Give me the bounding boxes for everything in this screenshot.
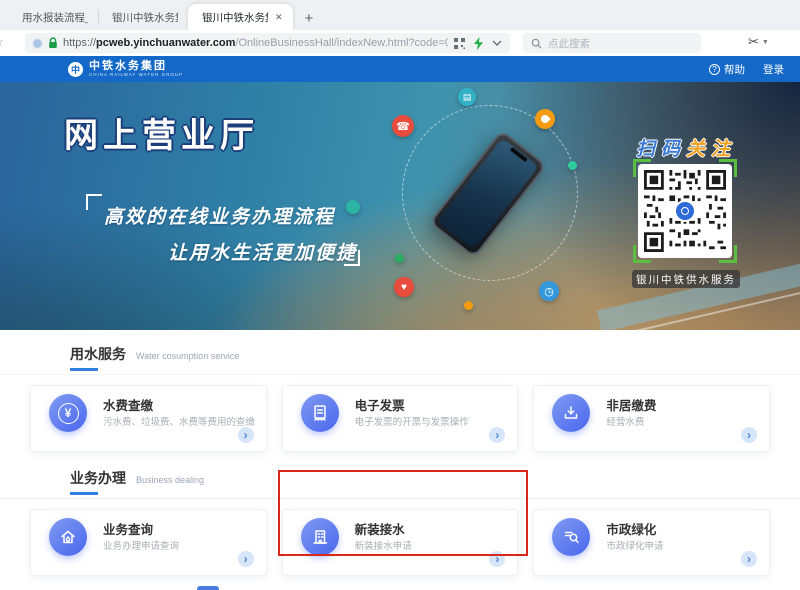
section-subtitle: Business dealing bbox=[136, 475, 204, 485]
qr-grid-icon[interactable] bbox=[454, 38, 465, 49]
search-icon bbox=[531, 38, 542, 49]
hero-slogan-line2: 让用水生活更加便捷 bbox=[168, 238, 357, 265]
url-text: https://pcweb.yinchuanwater.com/OnlineBu… bbox=[63, 37, 448, 49]
card-title: 新装接水 bbox=[355, 519, 405, 538]
hero-banner: ☎ ▤ ◷ ♥ 网上营业厅 高效的在线业务办理流程 让用水生活更加便捷 扫码关注 bbox=[0, 82, 800, 330]
card-row-water-service: ¥ 水费查缴 污水费、垃圾费、水费等费用的查缴 › 电子发票 电子发票的开票与发… bbox=[30, 385, 770, 452]
section-title: 业务办理 bbox=[70, 468, 126, 492]
card-description: 电子发票的开票与发票操作 bbox=[355, 414, 469, 428]
arrow-right-icon[interactable]: › bbox=[489, 551, 505, 567]
card-description: 业务办理申请查询 bbox=[103, 538, 179, 552]
qr-caption: 银川中铁供水服务 bbox=[632, 270, 740, 288]
card-title: 水费查缴 bbox=[103, 395, 153, 414]
lock-icon bbox=[48, 37, 58, 49]
card-business-inquiry[interactable]: 业务查询 业务办理申请查询 › bbox=[30, 509, 267, 576]
browser-tab-1[interactable]: 用水报装流程_ bbox=[8, 4, 98, 30]
home-drop-icon bbox=[49, 518, 87, 556]
logo-subtext: CHINA RAILWAY WATER GROUP bbox=[89, 73, 183, 78]
screenshot-tool-button[interactable]: ✂▼ bbox=[748, 34, 769, 50]
building-icon bbox=[301, 518, 339, 556]
card-description: 经营水费 bbox=[606, 414, 644, 428]
hero-slogan-line1: 高效的在线业务办理流程 bbox=[104, 202, 335, 229]
question-icon: ? bbox=[709, 64, 720, 75]
browser-tab-active[interactable]: 银川中铁水务集 ✕ bbox=[188, 4, 293, 30]
card-row-business-dealing: 业务查询 业务办理申请查询 › 新装接水 新装接水申请 › 市政绿化 市政绿化申… bbox=[30, 509, 770, 576]
tab-label: 银川中铁水务集 bbox=[112, 10, 178, 25]
card-title: 业务查询 bbox=[103, 519, 153, 538]
section-header-water-service: 用水服务 Water cosumption service bbox=[0, 344, 800, 375]
main-content: 用水服务 Water cosumption service ¥ 水费查缴 污水费… bbox=[0, 330, 800, 590]
card-title: 市政绿化 bbox=[606, 519, 656, 538]
document-icon: ▤ bbox=[458, 88, 476, 106]
card-municipal-greening[interactable]: 市政绿化 市政绿化申请 › bbox=[533, 509, 770, 576]
receipt-icon bbox=[301, 394, 339, 432]
heart-icon: ♥ bbox=[394, 277, 414, 297]
section-title: 用水服务 bbox=[70, 344, 126, 368]
arrow-right-icon[interactable]: › bbox=[238, 427, 254, 443]
card-description: 新装接水申请 bbox=[355, 538, 412, 552]
qr-corner-icon bbox=[633, 245, 651, 263]
hero-title: 网上营业厅 bbox=[64, 108, 259, 157]
tray-download-icon bbox=[552, 394, 590, 432]
address-bar[interactable]: https://pcweb.yinchuanwater.com/OnlineBu… bbox=[25, 33, 510, 53]
site-logo-icon: 中 bbox=[68, 62, 83, 77]
arrow-right-icon[interactable]: › bbox=[238, 551, 254, 567]
quote-open-bracket bbox=[86, 194, 102, 210]
tab-close-icon[interactable]: ✕ bbox=[275, 12, 283, 23]
site-logo: 中铁水务集团 CHINA RAILWAY WATER GROUP bbox=[89, 61, 183, 78]
arrow-right-icon[interactable]: › bbox=[741, 551, 757, 567]
site-header: 中 中铁水务集团 CHINA RAILWAY WATER GROUP ? 帮助 … bbox=[0, 56, 800, 82]
new-tab-button[interactable]: + bbox=[305, 11, 314, 26]
card-description: 污水费、垃圾费、水费等费用的查缴 bbox=[103, 414, 255, 428]
card-water-fee-inquiry[interactable]: ¥ 水费查缴 污水费、垃圾费、水费等费用的查缴 › bbox=[30, 385, 267, 452]
qr-corner-icon bbox=[719, 159, 737, 177]
section-subtitle: Water cosumption service bbox=[136, 351, 239, 361]
tab-label: 银川中铁水务集 bbox=[202, 10, 268, 25]
clock-icon: ◷ bbox=[539, 281, 559, 301]
dot-decoration bbox=[568, 161, 577, 170]
search-placeholder: 点此搜索 bbox=[548, 36, 590, 51]
water-drop-icon bbox=[535, 109, 555, 129]
partial-card-sliver bbox=[197, 586, 219, 590]
dot-decoration bbox=[346, 200, 360, 214]
login-link[interactable]: 登录 bbox=[763, 62, 784, 77]
help-link[interactable]: ? 帮助 bbox=[709, 62, 745, 77]
qr-corner-icon bbox=[633, 159, 651, 177]
dot-decoration bbox=[464, 301, 473, 310]
yuan-circle-icon: ¥ bbox=[49, 394, 87, 432]
arrow-right-icon[interactable]: › bbox=[741, 427, 757, 443]
qr-code bbox=[638, 164, 732, 258]
lightning-icon[interactable] bbox=[474, 37, 483, 50]
tab-label: 用水报装流程_ bbox=[22, 10, 88, 25]
quote-close-bracket bbox=[344, 250, 360, 266]
card-title: 非居缴费 bbox=[606, 395, 656, 414]
card-new-water-connection[interactable]: 新装接水 新装接水申请 › bbox=[282, 509, 519, 576]
favicon bbox=[33, 39, 42, 48]
toolbar-fragment-icon: ☆ bbox=[0, 35, 4, 49]
browser-tab-2[interactable]: 银川中铁水务集 bbox=[98, 4, 188, 30]
search-doc-icon bbox=[552, 518, 590, 556]
card-description: 市政绿化申请 bbox=[606, 538, 663, 552]
logo-text: 中铁水务集团 bbox=[89, 61, 183, 72]
help-label: 帮助 bbox=[724, 62, 745, 77]
arrow-right-icon[interactable]: › bbox=[489, 427, 505, 443]
browser-search[interactable]: 点此搜索 bbox=[523, 33, 701, 53]
river-decoration bbox=[597, 250, 800, 330]
card-title: 电子发票 bbox=[355, 395, 405, 414]
browser-tab-bar: 用水报装流程_ 银川中铁水务集 银川中铁水务集 ✕ + bbox=[0, 0, 800, 30]
card-non-residential-payment[interactable]: 非居缴费 经营水费 › bbox=[533, 385, 770, 452]
card-electronic-invoice[interactable]: 电子发票 电子发票的开票与发票操作 › bbox=[282, 385, 519, 452]
caret-down-icon: ▼ bbox=[762, 39, 769, 46]
qr-center-logo bbox=[674, 200, 696, 222]
phone-call-icon: ☎ bbox=[392, 115, 414, 137]
browser-toolbar: ☆ https://pcweb.yinchuanwater.com/Online… bbox=[0, 30, 800, 56]
section-header-business-dealing: 业务办理 Business dealing bbox=[0, 468, 800, 499]
qr-panel-title: 扫码关注 bbox=[628, 134, 744, 161]
qr-corner-icon bbox=[719, 245, 737, 263]
dot-decoration bbox=[395, 254, 404, 263]
chevron-down-icon[interactable] bbox=[492, 40, 502, 46]
